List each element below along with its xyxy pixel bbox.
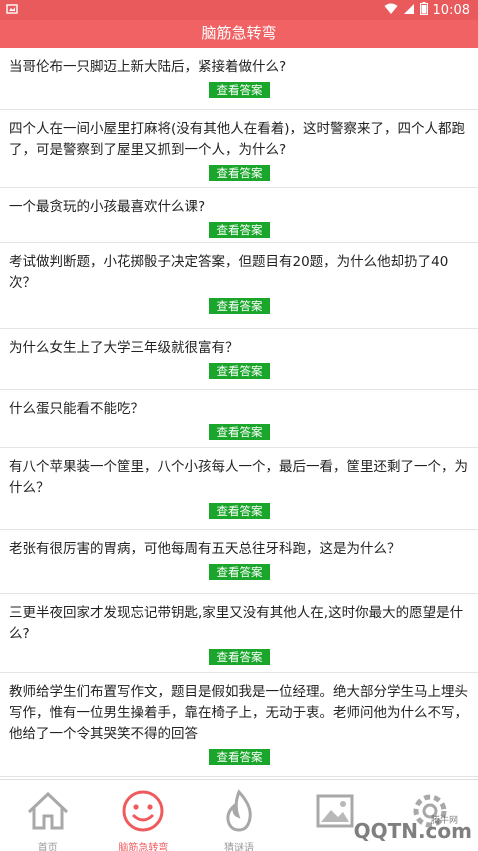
watermark-logo: 腾牛网 QQTN.com xyxy=(354,816,472,843)
view-answer-button[interactable]: 查看答案 xyxy=(209,503,270,519)
tab-home[interactable]: 首页 xyxy=(0,780,96,851)
question-text: 三更半夜回家才发现忘记带钥匙,家里又没有其他人在,这时你最大的愿望是什么? xyxy=(9,605,464,642)
question-text: 老张有很厉害的胃病，可他每周有五天总往牙科跑，这是为什么？ xyxy=(9,541,401,557)
list-item: 为什么女生上了大学三年级就很富有？ 查看答案 xyxy=(0,329,478,390)
tab-label: 首页 xyxy=(37,843,58,851)
view-answer-button[interactable]: 查看答案 xyxy=(209,82,270,98)
question-text: 考试做判断题，小花掷骰子决定答案，但题目有20题，为什么他却扔了40次？ xyxy=(9,254,449,291)
signal-icon xyxy=(403,3,415,18)
view-answer-button[interactable]: 查看答案 xyxy=(209,222,270,238)
home-icon xyxy=(23,788,73,837)
list-item: 教师给学生们布置写作文，题目是假如我是一位经理。绝大部分学生马上埋头写作，惟有一… xyxy=(0,673,478,777)
flame-icon xyxy=(214,788,264,837)
tab-label: 脑筋急转弯 xyxy=(118,843,169,851)
tab-riddles[interactable]: 猜谜语 xyxy=(191,780,287,851)
tab-label: 猜谜语 xyxy=(223,843,254,851)
question-text: 四个人在一间小屋里打麻将(没有其他人在看着)，这时警察来了，四个人都跑了，可是警… xyxy=(9,121,466,158)
tab-brain-teaser[interactable]: 脑筋急转弯 xyxy=(96,780,192,851)
battery-icon xyxy=(419,2,428,18)
notification-icon xyxy=(6,3,18,18)
list-item: 三更半夜回家才发现忘记带钥匙,家里又没有其他人在,这时你最大的愿望是什么? 查看… xyxy=(0,594,478,673)
view-answer-button[interactable]: 查看答案 xyxy=(209,564,270,580)
list-item: 老张有很厉害的胃病，可他每周有五天总往牙科跑，这是为什么？ 查看答案 xyxy=(0,530,478,594)
question-text: 为什么女生上了大学三年级就很富有？ xyxy=(9,340,239,356)
list-item: 什么蛋只能看不能吃？ 查看答案 xyxy=(0,390,478,448)
list-item: 当哥伦布一只脚迈上新大陆后，紧接着做什么? 查看答案 xyxy=(0,48,478,110)
smiley-icon xyxy=(118,788,168,837)
list-item: 四个人在一间小屋里打麻将(没有其他人在看着)，这时警察来了，四个人都跑了，可是警… xyxy=(0,110,478,188)
list-item: 有八个苹果装一个筐里，八个小孩每人一个，最后一看，筐里还剩了一个，为什么？ 查看… xyxy=(0,448,478,530)
view-answer-button[interactable]: 查看答案 xyxy=(209,298,270,314)
status-bar: 10:08 xyxy=(0,0,478,20)
question-text: 当哥伦布一只脚迈上新大陆后，紧接着做什么? xyxy=(9,59,287,75)
view-answer-button[interactable]: 查看答案 xyxy=(209,424,270,440)
question-text: 有八个苹果装一个筐里，八个小孩每人一个，最后一看，筐里还剩了一个，为什么？ xyxy=(9,459,468,496)
list-item: 考试做判断题，小花掷骰子决定答案，但题目有20题，为什么他却扔了40次？ 查看答… xyxy=(0,243,478,329)
question-list[interactable]: 当哥伦布一只脚迈上新大陆后，紧接着做什么? 查看答案 四个人在一间小屋里打麻将(… xyxy=(0,48,478,779)
wifi-icon xyxy=(384,3,398,18)
question-text: 一个最贪玩的小孩最喜欢什么课? xyxy=(9,199,206,215)
page-title: 脑筋急转弯 xyxy=(0,20,478,48)
image-icon xyxy=(310,788,360,837)
question-text: 什么蛋只能看不能吃？ xyxy=(9,401,144,417)
view-answer-button[interactable]: 查看答案 xyxy=(209,649,270,665)
question-text: 教师给学生们布置写作文，题目是假如我是一位经理。绝大部分学生马上埋头写作，惟有一… xyxy=(9,684,468,742)
view-answer-button[interactable]: 查看答案 xyxy=(209,363,270,379)
view-answer-button[interactable]: 查看答案 xyxy=(209,165,270,181)
clock: 10:08 xyxy=(432,2,470,18)
list-item: 一个最贪玩的小孩最喜欢什么课? 查看答案 xyxy=(0,188,478,243)
view-answer-button[interactable]: 查看答案 xyxy=(209,749,270,765)
watermark-small-text: 腾牛网 xyxy=(430,816,458,826)
